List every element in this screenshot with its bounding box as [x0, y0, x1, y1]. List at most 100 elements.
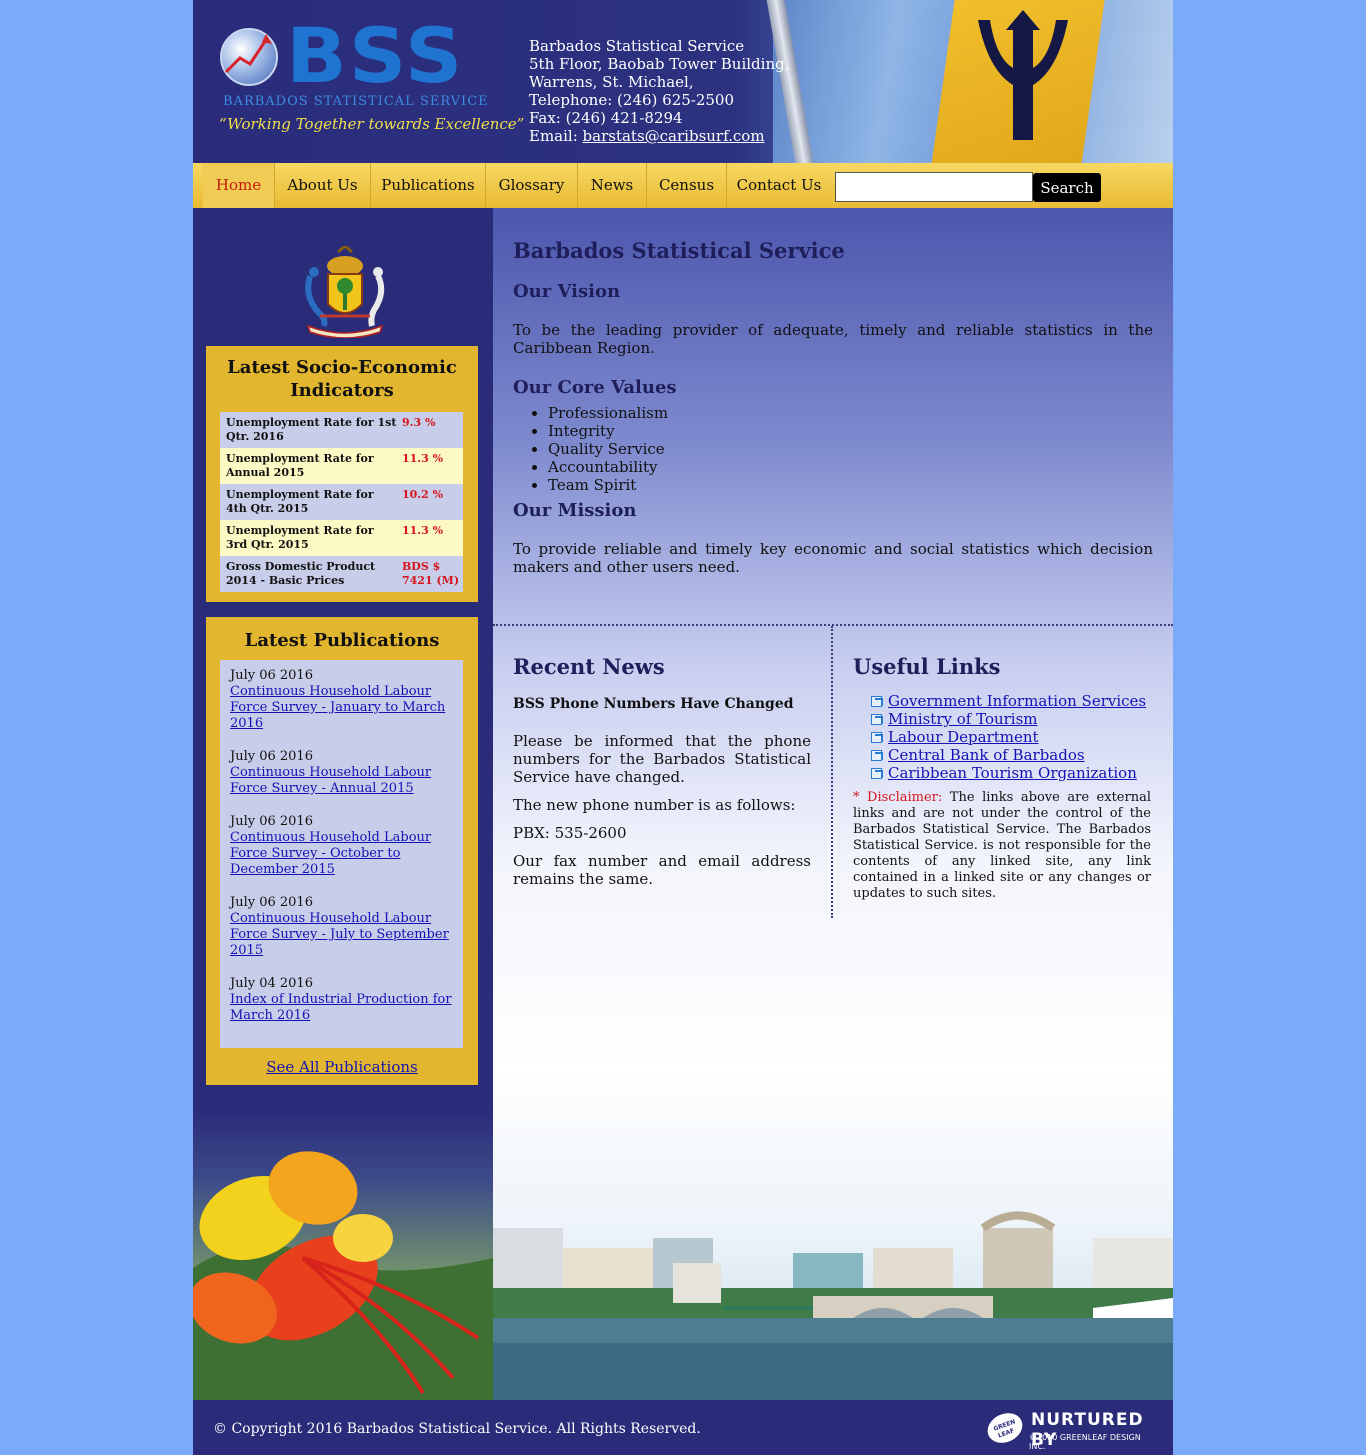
link-caribbean-tourism-organization[interactable]: Caribbean Tourism Organization — [888, 764, 1137, 782]
news-paragraph: Our fax number and email address remains… — [513, 852, 811, 888]
publication-link[interactable]: Continuous Household Labour Force Survey… — [230, 830, 431, 877]
coat-of-arms-icon — [305, 246, 385, 338]
nav-census[interactable]: Census — [647, 163, 727, 208]
flower-image — [193, 1108, 493, 1400]
external-link-icon — [871, 768, 883, 779]
core-values-list: Professionalism Integrity Quality Servic… — [548, 404, 1153, 494]
useful-links-section: Useful Links Government Information Serv… — [853, 654, 1151, 902]
list-item: Ministry of Tourism — [871, 710, 1151, 728]
vision-text: To be the leading provider of adequate, … — [513, 321, 1153, 357]
indicator-label: Unemployment Rate for 1st Qtr. 2016 — [226, 416, 397, 443]
publication-link[interactable]: Continuous Household Labour Force Survey… — [230, 684, 445, 731]
page-title: Barbados Statistical Service — [513, 238, 845, 263]
indicator-label: Unemployment Rate for Annual 2015 — [226, 452, 374, 479]
indicators-table: Unemployment Rate for 1st Qtr. 2016 9.3 … — [220, 412, 463, 592]
about-section: Barbados Statistical Service Our Vision … — [513, 238, 1153, 576]
fax: Fax: (246) 421-8294 — [529, 109, 683, 127]
logo-globe-icon — [220, 28, 278, 86]
publication-item: July 04 2016 Index of Industrial Product… — [230, 976, 453, 1024]
harbour-scene-icon — [493, 1211, 1173, 1400]
external-link-icon — [871, 732, 883, 743]
email-line: Email: barstats@caribsurf.com — [529, 127, 789, 145]
list-item: Professionalism — [548, 404, 1153, 422]
main-content: Barbados Statistical Service Our Vision … — [493, 208, 1173, 1400]
mission-text: To provide reliable and timely key econo… — [513, 540, 1153, 576]
bridgetown-harbour-image — [493, 1168, 1173, 1400]
publication-date: July 04 2016 — [230, 976, 313, 991]
publication-date: July 06 2016 — [230, 814, 313, 829]
logo-org-name: BARBADOS STATISTICAL SERVICE — [223, 94, 489, 109]
link-ministry-of-tourism[interactable]: Ministry of Tourism — [888, 710, 1038, 728]
greenleaf-credit[interactable]: GREEN LEAF NURTURED BY ©2010 GREENLEAF D… — [985, 1408, 1155, 1451]
news-heading: Recent News — [513, 654, 665, 679]
nav-news[interactable]: News — [578, 163, 647, 208]
news-paragraph: PBX: 535-2600 — [513, 824, 627, 842]
link-government-information-services[interactable]: Government Information Services — [888, 692, 1146, 710]
nav-publications[interactable]: Publications — [371, 163, 486, 208]
mission-heading: Our Mission — [513, 500, 637, 521]
list-item: Accountability — [548, 458, 1153, 476]
list-item: Caribbean Tourism Organization — [871, 764, 1151, 782]
publication-link[interactable]: Continuous Household Labour Force Survey… — [230, 765, 431, 796]
publication-date: July 06 2016 — [230, 668, 313, 683]
indicators-panel: Latest Socio-Economic Indicators Unemplo… — [206, 346, 478, 602]
indicator-row: Unemployment Rate for 4th Qtr. 2015 10.2… — [220, 484, 463, 520]
news-item-title: BSS Phone Numbers Have Changed — [513, 696, 794, 712]
address-line: 5th Floor, Baobab Tower Building, — [529, 55, 790, 73]
news-paragraph: The new phone number is as follows: — [513, 796, 796, 814]
trident-icon — [978, 10, 1068, 140]
search-input[interactable] — [835, 172, 1033, 202]
disclaimer-label: * Disclaimer: — [853, 790, 943, 805]
search-button[interactable]: Search — [1033, 173, 1101, 202]
site-footer: © Copyright 2016 Barbados Statistical Se… — [193, 1400, 1173, 1455]
recent-news-section: Recent News BSS Phone Numbers Have Chang… — [513, 654, 811, 888]
credit-copyright: ©2010 GREENLEAF DESIGN INC. — [1029, 1433, 1141, 1451]
column-divider — [831, 626, 833, 918]
email-link[interactable]: barstats@caribsurf.com — [583, 127, 765, 145]
barbados-flag-image — [766, 0, 1173, 163]
indicators-title: Latest Socio-Economic Indicators — [227, 357, 457, 401]
disclaimer-text: The links above are external links and a… — [853, 790, 1151, 901]
site-header: BSS BARBADOS STATISTICAL SERVICE “Workin… — [193, 0, 1173, 163]
publication-link[interactable]: Index of Industrial Production for March… — [230, 992, 452, 1023]
external-link-icon — [871, 750, 883, 761]
publication-date: July 06 2016 — [230, 749, 313, 764]
publication-item: July 06 2016 Continuous Household Labour… — [230, 749, 453, 797]
nav-home[interactable]: Home — [203, 163, 275, 208]
list-item: Central Bank of Barbados — [871, 746, 1151, 764]
indicator-label: Unemployment Rate for 3rd Qtr. 2015 — [226, 524, 374, 551]
indicator-value: BDS $ 7421 (M) — [402, 560, 460, 587]
page-wrapper: BSS BARBADOS STATISTICAL SERVICE “Workin… — [193, 0, 1173, 1455]
list-item: Labour Department — [871, 728, 1151, 746]
link-central-bank[interactable]: Central Bank of Barbados — [888, 746, 1085, 764]
external-link-icon — [871, 696, 883, 707]
publications-list: July 06 2016 Continuous Household Labour… — [220, 660, 463, 1048]
tagline: “Working Together towards Excellence” — [219, 115, 525, 133]
link-labour-department[interactable]: Labour Department — [888, 728, 1039, 746]
publication-item: July 06 2016 Continuous Household Labour… — [230, 668, 453, 732]
publication-link[interactable]: Continuous Household Labour Force Survey… — [230, 911, 449, 958]
indicator-row: Unemployment Rate for Annual 2015 11.3 % — [220, 448, 463, 484]
address-line: Barbados Statistical Service — [529, 37, 745, 55]
external-link-icon — [871, 714, 883, 725]
copyright-text: © Copyright 2016 Barbados Statistical Se… — [213, 1421, 701, 1437]
contact-address: Barbados Statistical Service 5th Floor, … — [529, 37, 789, 145]
publication-item: July 06 2016 Continuous Household Labour… — [230, 814, 453, 878]
indicator-label: Gross Domestic Product 2014 - Basic Pric… — [226, 560, 376, 587]
nav-contact-us[interactable]: Contact Us — [727, 163, 831, 208]
nav-about-us[interactable]: About Us — [275, 163, 371, 208]
indicator-row: Gross Domestic Product 2014 - Basic Pric… — [220, 556, 463, 592]
see-all-publications-link[interactable]: See All Publications — [206, 1058, 478, 1076]
logo-text: BSS — [286, 11, 465, 100]
indicator-row: Unemployment Rate for 3rd Qtr. 2015 11.3… — [220, 520, 463, 556]
list-item: Quality Service — [548, 440, 1153, 458]
list-item: Team Spirit — [548, 476, 1153, 494]
vision-heading: Our Vision — [513, 281, 621, 302]
indicator-value: 11.3 % — [402, 452, 444, 465]
publication-date: July 06 2016 — [230, 895, 313, 910]
sidebar: Latest Socio-Economic Indicators Unemplo… — [193, 208, 493, 1400]
publication-item: July 06 2016 Continuous Household Labour… — [230, 895, 453, 959]
publications-panel: Latest Publications July 06 2016 Continu… — [206, 617, 478, 1085]
news-paragraph: Please be informed that the phone number… — [513, 732, 811, 786]
nav-glossary[interactable]: Glossary — [486, 163, 578, 208]
